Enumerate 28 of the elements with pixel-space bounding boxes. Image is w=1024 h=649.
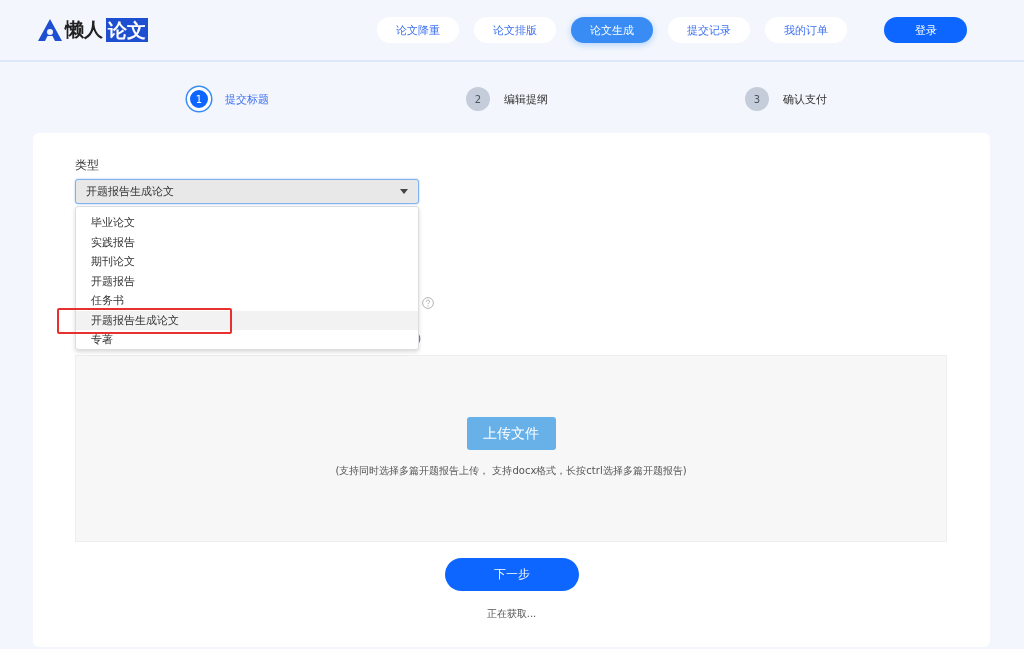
help-icon[interactable] xyxy=(422,297,434,309)
caret-icon xyxy=(400,189,408,194)
login-button[interactable]: 登录 xyxy=(884,17,967,43)
dropdown-option[interactable]: 毕业论文 xyxy=(76,213,418,233)
nav-tab[interactable]: 我的订单 xyxy=(765,17,847,43)
nav-tab[interactable]: 论文降重 xyxy=(377,17,459,43)
nav-tab[interactable]: 提交记录 xyxy=(668,17,750,43)
step-number: 3 xyxy=(745,87,769,111)
logo-badge: 论文 xyxy=(106,18,148,42)
logo-text: 懒人 xyxy=(65,17,103,42)
logo-icon xyxy=(38,19,62,41)
step-label: 确认支付 xyxy=(783,91,827,107)
status-text: 正在获取... xyxy=(486,607,537,621)
dropdown-option[interactable]: 专著 xyxy=(76,330,418,350)
step-label: 编辑提纲 xyxy=(504,91,548,107)
dropdown-option[interactable]: 期刊论文 xyxy=(76,252,418,272)
dropdown-option[interactable]: 实践报告 xyxy=(76,232,418,252)
dropdown-option[interactable]: 开题报告 xyxy=(76,271,418,291)
step-number: 2 xyxy=(466,87,490,111)
step-label: 提交标题 xyxy=(225,91,269,107)
type-select[interactable]: 开题报告生成论文 xyxy=(75,179,419,204)
upload-hint: (支持同时选择多篇开题报告上传， 支持docx格式，长按ctrl选择多篇开题报告) xyxy=(335,464,687,478)
field-label: 类型 xyxy=(75,157,100,174)
next-button[interactable]: 下一步 xyxy=(444,558,579,591)
dropdown-option[interactable]: 开题报告生成论文 xyxy=(76,310,418,330)
dropdown-option[interactable]: 任务书 xyxy=(76,291,418,311)
step-number: 1 xyxy=(187,87,211,111)
nav-tab[interactable]: 论文排版 xyxy=(474,17,556,43)
